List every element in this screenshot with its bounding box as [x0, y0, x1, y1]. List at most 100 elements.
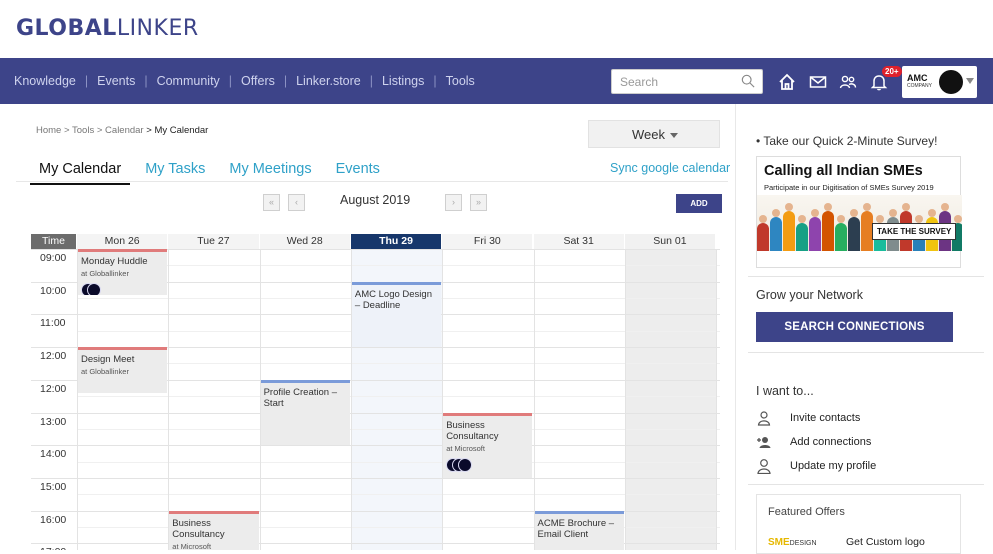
nav-separator: |	[433, 74, 437, 88]
view-select[interactable]: Week	[588, 120, 720, 148]
breadcrumb-home[interactable]: Home	[36, 125, 61, 136]
nav-separator: |	[228, 74, 233, 88]
take-survey-button[interactable]: TAKE THE SURVEY	[872, 223, 957, 240]
event-location: at Globallinker	[81, 367, 129, 377]
person-head	[811, 209, 819, 217]
nav-item-offers[interactable]: Offers	[241, 74, 275, 88]
calendar-event[interactable]: Design Meet at Globallinker	[78, 347, 168, 393]
person-head	[785, 203, 793, 211]
event-title: Profile Creation – Start	[263, 386, 337, 409]
day-column[interactable]	[624, 249, 717, 550]
calendar-event[interactable]: AMC Logo Design – Deadline	[351, 281, 442, 348]
right-sidebar: • Take our Quick 2-Minute Survey! Callin…	[735, 104, 993, 554]
chevron-down-icon[interactable]	[966, 78, 974, 84]
prev-prev-button[interactable]: «	[263, 194, 280, 211]
day-header[interactable]: Fri 30	[442, 234, 534, 249]
person-head	[915, 215, 923, 223]
person-head	[954, 215, 962, 223]
event-location: at Microsoft	[446, 443, 485, 453]
time-label: 14:00	[40, 448, 67, 461]
calendar-event[interactable]: Monday Huddle at Globallinker	[78, 249, 168, 295]
calendar-event[interactable]: Business Consultancy at Microsoft	[169, 510, 259, 550]
calendar-event[interactable]: Business Consultancy at Microsoft	[443, 412, 533, 478]
person-figure	[848, 217, 860, 251]
event-title: Design Meet	[81, 354, 135, 366]
half-hour-line	[77, 396, 720, 398]
mail-icon[interactable]	[808, 72, 828, 92]
day-header[interactable]: Mon 26	[77, 234, 169, 249]
nav-item-linker-store[interactable]: Linker.store	[296, 74, 361, 88]
nav-item-events[interactable]: Events	[97, 74, 135, 88]
nav-separator: |	[369, 74, 373, 88]
column-line	[168, 249, 170, 550]
person-head	[798, 215, 806, 223]
hour-line	[31, 477, 720, 479]
view-select-value: Week	[632, 127, 665, 142]
section-divider	[748, 352, 984, 353]
day-header[interactable]: Sat 31	[533, 234, 625, 249]
nav-item-knowledge[interactable]: Knowledge	[14, 74, 76, 88]
half-hour-line	[77, 363, 720, 365]
search-input[interactable]	[620, 74, 738, 90]
action-label: Add connections	[790, 436, 872, 448]
nav-item-tools[interactable]: Tools	[446, 74, 475, 88]
time-label: 10:00	[40, 284, 67, 297]
company-sub: COMPANY	[907, 83, 932, 89]
attendee-avatars	[446, 457, 529, 472]
grow-network-title: Grow your Network	[756, 288, 863, 302]
search-icon[interactable]	[741, 74, 755, 88]
survey-sub: Participate in our Digitisation of SMEs …	[764, 183, 934, 192]
sync-google-calendar-link[interactable]: Sync google calendar	[610, 161, 730, 175]
day-header[interactable]: Sun 01	[624, 234, 717, 249]
action-label: Update my profile	[790, 460, 877, 472]
attendee-avatar[interactable]	[458, 457, 473, 472]
person-head	[850, 209, 858, 217]
day-header[interactable]: Tue 27	[168, 234, 260, 249]
next-next-button[interactable]: »	[470, 194, 487, 211]
day-header[interactable]: Thu 29	[350, 234, 443, 249]
time-label: 11:00	[40, 317, 66, 330]
prev-button[interactable]: ‹	[288, 194, 305, 211]
survey-prompt[interactable]: • Take our Quick 2-Minute Survey!	[756, 134, 937, 148]
logo-light-text: LINKER	[116, 16, 199, 41]
logo-bold-text: GLOBAL	[16, 16, 117, 41]
person-head	[876, 215, 884, 223]
person-figure	[770, 217, 782, 251]
nav-separator: |	[283, 74, 288, 88]
person-figure	[822, 211, 834, 251]
survey-prompt-text: Take our Quick 2-Minute Survey!	[763, 134, 938, 148]
event-title: Monday Huddle	[81, 256, 148, 267]
attendee-avatar[interactable]	[87, 283, 101, 295]
nav-item-community[interactable]: Community	[157, 74, 220, 88]
connections-icon[interactable]	[838, 72, 858, 92]
day-column[interactable]	[168, 249, 260, 550]
breadcrumb-calendar[interactable]: Calendar	[105, 125, 144, 136]
invite-icon	[757, 411, 771, 426]
breadcrumb-tools[interactable]: Tools	[72, 125, 94, 136]
day-header[interactable]: Wed 28	[259, 234, 351, 249]
day-column[interactable]	[533, 249, 625, 550]
globallinker-logo[interactable]: GLOBALLINKER	[16, 16, 199, 41]
featured-offers-card[interactable]: Featured Offers SMEDESIGN Get Custom log…	[756, 494, 961, 554]
breadcrumb: Home > Tools > Calendar > My Calendar	[36, 125, 208, 136]
action-label: Invite contacts	[790, 412, 861, 424]
person-head	[824, 203, 832, 211]
time-label: 17:00	[40, 546, 66, 550]
survey-banner[interactable]: Calling all Indian SMEs Participate in o…	[756, 156, 962, 268]
search-connections-button[interactable]: SEARCH CONNECTIONS	[756, 312, 953, 342]
add-event-button[interactable]: ADD	[676, 194, 722, 213]
company-name: AMC	[907, 73, 928, 83]
time-label: 09:00	[40, 252, 67, 264]
main-content: Home > Tools > Calendar > My Calendar We…	[0, 104, 735, 550]
home-icon[interactable]	[777, 72, 797, 92]
company-menu[interactable]: AMC COMPANY	[902, 66, 977, 98]
calendar-event[interactable]: ACME Brochure – Email Client	[534, 510, 624, 550]
event-title: AMC Logo Design – Deadline	[354, 288, 432, 311]
day-column[interactable]	[442, 249, 534, 550]
person-head	[889, 209, 897, 217]
tab-divider	[16, 181, 728, 182]
next-button[interactable]: ›	[445, 194, 462, 211]
nav-item-listings[interactable]: Listings	[382, 74, 424, 88]
time-label: 12:00	[40, 350, 67, 363]
calendar-event[interactable]: Profile Creation – Start	[260, 379, 350, 446]
